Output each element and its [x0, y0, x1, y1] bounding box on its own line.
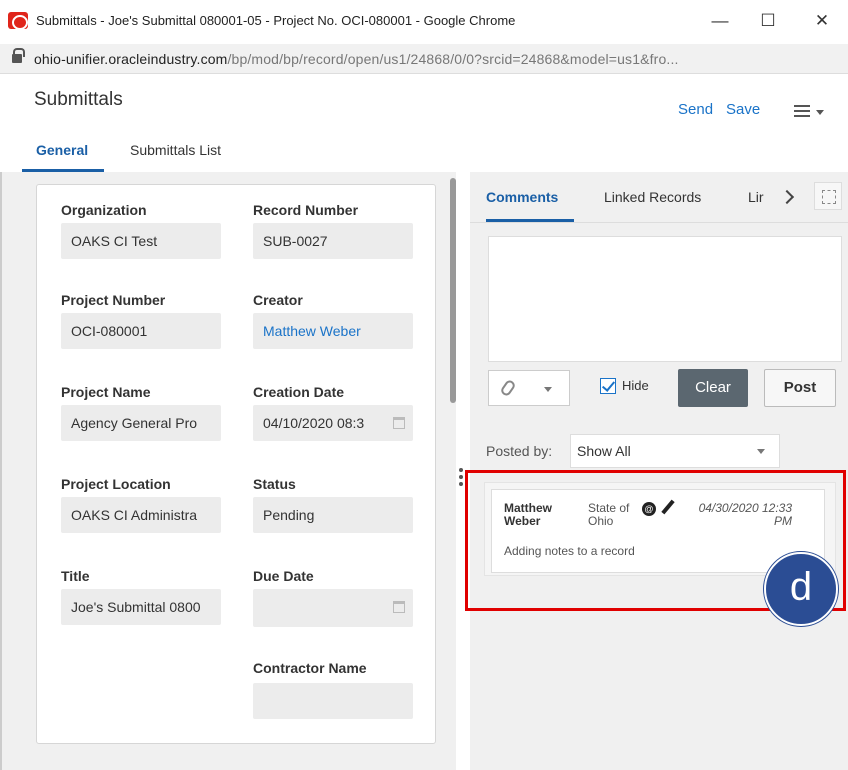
- chevron-down-icon: [757, 449, 765, 454]
- contractor-name-label: Contractor Name: [253, 660, 367, 676]
- clear-button[interactable]: Clear: [678, 369, 748, 407]
- project-number-field[interactable]: OCI-080001: [61, 313, 221, 349]
- url-path: /bp/mod/bp/record/open/us1/24868/0/0?src…: [227, 51, 679, 67]
- hide-label: Hide: [622, 378, 649, 393]
- save-button[interactable]: Save: [726, 101, 760, 118]
- address-bar[interactable]: ohio-unifier.oracleindustry.com/bp/mod/b…: [0, 44, 848, 74]
- posted-by-value: Show All: [577, 443, 631, 459]
- due-date-label: Due Date: [253, 568, 314, 584]
- attach-button[interactable]: [488, 370, 570, 406]
- main-tabs: General Submittals List: [0, 135, 848, 172]
- url-text[interactable]: ohio-unifier.oracleindustry.com/bp/mod/b…: [34, 51, 679, 67]
- due-date-field[interactable]: [253, 589, 413, 627]
- paperclip-icon: [499, 378, 517, 398]
- form-area: Organization OAKS CI Test Record Number …: [0, 172, 456, 770]
- title-field[interactable]: Joe's Submittal 0800: [61, 589, 221, 625]
- expand-icon[interactable]: [814, 182, 842, 210]
- creation-date-field[interactable]: 04/10/2020 08:3: [253, 405, 413, 441]
- status-field[interactable]: Pending: [253, 497, 413, 533]
- page-title: Submittals: [34, 89, 123, 110]
- send-button[interactable]: Send: [678, 101, 713, 118]
- maximize-button[interactable]: ☐: [748, 8, 788, 34]
- window-title: Submittals - Joe's Submittal 080001-05 -…: [36, 13, 516, 28]
- project-name-field[interactable]: Agency General Pro: [61, 405, 221, 441]
- comment-textarea[interactable]: [488, 236, 842, 362]
- chevron-right-icon[interactable]: [779, 189, 795, 205]
- general-form-card: Organization OAKS CI Test Record Number …: [36, 184, 436, 744]
- contractor-name-field[interactable]: [253, 683, 413, 719]
- creator-label: Creator: [253, 292, 303, 308]
- project-name-label: Project Name: [61, 384, 151, 400]
- posted-by-label: Posted by:: [486, 443, 553, 459]
- calendar-icon[interactable]: [393, 601, 405, 613]
- hide-checkbox[interactable]: [600, 378, 616, 394]
- project-number-label: Project Number: [61, 292, 166, 308]
- project-location-field[interactable]: OAKS CI Administra: [61, 497, 221, 533]
- tab-divider: [470, 222, 848, 223]
- close-button[interactable]: ✕: [802, 8, 842, 34]
- menu-chevron-down-icon[interactable]: [816, 110, 824, 115]
- minimize-button[interactable]: —: [700, 8, 740, 34]
- tab-comments[interactable]: Comments: [486, 189, 558, 205]
- left-border: [0, 172, 2, 770]
- posted-by-select[interactable]: Show All: [570, 434, 780, 468]
- tab-linked-records[interactable]: Linked Records: [604, 189, 701, 205]
- oracle-app-icon: [8, 12, 28, 30]
- creation-date-label: Creation Date: [253, 384, 345, 400]
- record-number-field[interactable]: SUB-0027: [253, 223, 413, 259]
- tab-submittals-list[interactable]: Submittals List: [130, 142, 221, 158]
- annotation-badge: d: [764, 552, 838, 626]
- chevron-down-icon: [544, 387, 552, 392]
- creation-date-value: 04/10/2020 08:3: [263, 415, 365, 431]
- post-button[interactable]: Post: [764, 369, 836, 407]
- creator-link[interactable]: Matthew Weber: [253, 313, 413, 349]
- vertical-scrollbar[interactable]: [450, 178, 456, 403]
- calendar-icon[interactable]: [393, 417, 405, 429]
- url-host: ohio-unifier.oracleindustry.com: [34, 51, 228, 67]
- hamburger-menu-icon[interactable]: [794, 105, 810, 117]
- project-location-label: Project Location: [61, 476, 171, 492]
- lock-icon: [12, 48, 25, 63]
- window-titlebar: Submittals - Joe's Submittal 080001-05 -…: [0, 0, 848, 44]
- organization-label: Organization: [61, 202, 147, 218]
- panel-resize-handle[interactable]: [459, 468, 463, 490]
- status-label: Status: [253, 476, 296, 492]
- record-number-label: Record Number: [253, 202, 359, 218]
- tab-linked-truncated[interactable]: Lir: [748, 189, 764, 205]
- tab-general[interactable]: General: [36, 142, 88, 158]
- organization-field[interactable]: OAKS CI Test: [61, 223, 221, 259]
- title-label: Title: [61, 568, 90, 584]
